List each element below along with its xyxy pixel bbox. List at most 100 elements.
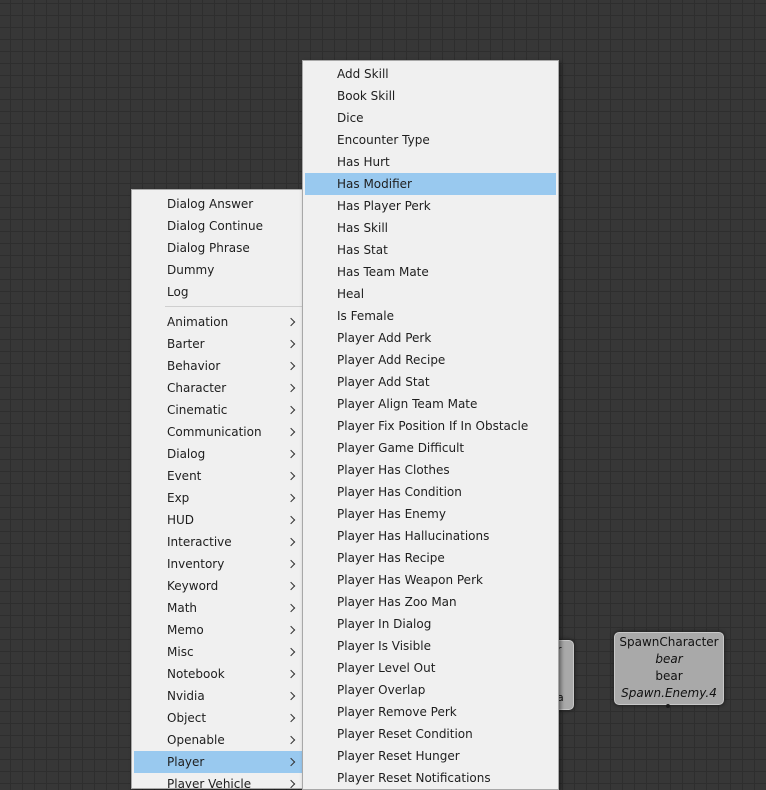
menu-item-math[interactable]: Math [134, 597, 303, 619]
chevron-right-icon [287, 311, 297, 333]
submenu-item-is-female[interactable]: Is Female [305, 305, 556, 327]
submenu-item-label: Player Align Team Mate [337, 397, 478, 411]
submenu-item-label: Add Skill [337, 67, 389, 81]
submenu-item-player-add-perk[interactable]: Player Add Perk [305, 327, 556, 349]
graph-canvas[interactable]: r a SpawnCharacter bear bear Spawn.Enemy… [0, 0, 766, 790]
submenu-item-player-add-recipe[interactable]: Player Add Recipe [305, 349, 556, 371]
submenu-item-player-game-difficult[interactable]: Player Game Difficult [305, 437, 556, 459]
submenu-item-label: Player Game Difficult [337, 441, 465, 455]
spawn-character-node[interactable]: SpawnCharacter bear bear Spawn.Enemy.4 [614, 632, 724, 705]
submenu-item-player-has-hallucinations[interactable]: Player Has Hallucinations [305, 525, 556, 547]
submenu-item-label: Player Level Out [337, 661, 436, 675]
submenu-item-label: Player Remove Perk [337, 705, 457, 719]
submenu-item-player-align-team-mate[interactable]: Player Align Team Mate [305, 393, 556, 415]
submenu-item-player-has-weapon-perk[interactable]: Player Has Weapon Perk [305, 569, 556, 591]
submenu-item-player-overlap[interactable]: Player Overlap [305, 679, 556, 701]
submenu-item-label: Player In Dialog [337, 617, 432, 631]
submenu-item-label: Book Skill [337, 89, 396, 103]
menu-item-dialog-continue[interactable]: Dialog Continue [134, 215, 303, 237]
submenu-item-book-skill[interactable]: Book Skill [305, 85, 556, 107]
menu-item-hud[interactable]: HUD [134, 509, 303, 531]
submenu-item-has-team-mate[interactable]: Has Team Mate [305, 261, 556, 283]
submenu-item-label: Heal [337, 287, 365, 301]
chevron-right-icon [287, 333, 297, 355]
submenu-item-player-reset-hunger[interactable]: Player Reset Hunger [305, 745, 556, 767]
menu-item-label: Communication [167, 425, 262, 439]
menu-item-barter[interactable]: Barter [134, 333, 303, 355]
submenu-item-heal[interactable]: Heal [305, 283, 556, 305]
menu-item-nvidia[interactable]: Nvidia [134, 685, 303, 707]
menu-item-label: Log [167, 285, 189, 299]
node-param-name: bear [655, 669, 683, 683]
submenu-item-player-has-condition[interactable]: Player Has Condition [305, 481, 556, 503]
submenu-item-label: Player Has Weapon Perk [337, 573, 483, 587]
menu-item-exp[interactable]: Exp [134, 487, 303, 509]
menu-item-notebook[interactable]: Notebook [134, 663, 303, 685]
menu-item-openable[interactable]: Openable [134, 729, 303, 751]
submenu-item-player-in-dialog[interactable]: Player In Dialog [305, 613, 556, 635]
submenu-item-player-add-stat[interactable]: Player Add Stat [305, 371, 556, 393]
chevron-right-icon [287, 685, 297, 707]
menu-item-label: Math [167, 601, 198, 615]
menu-item-label: Inventory [167, 557, 225, 571]
submenu-item-dice[interactable]: Dice [305, 107, 556, 129]
submenu-item-label: Player Has Clothes [337, 463, 450, 477]
submenu-item-has-skill[interactable]: Has Skill [305, 217, 556, 239]
submenu-item-player-has-recipe[interactable]: Player Has Recipe [305, 547, 556, 569]
submenu-item-player-is-visible[interactable]: Player Is Visible [305, 635, 556, 657]
chevron-right-icon [287, 421, 297, 443]
submenu-item-label: Player Add Recipe [337, 353, 446, 367]
menu-item-label: Object [167, 711, 207, 725]
submenu-item-add-skill[interactable]: Add Skill [305, 63, 556, 85]
chevron-right-icon [287, 729, 297, 751]
menu-item-character[interactable]: Character [134, 377, 303, 399]
submenu-item-player-level-out[interactable]: Player Level Out [305, 657, 556, 679]
menu-item-label: Exp [167, 491, 190, 505]
submenu-item-has-stat[interactable]: Has Stat [305, 239, 556, 261]
submenu-item-player-reset-condition[interactable]: Player Reset Condition [305, 723, 556, 745]
submenu-item-label: Player Add Perk [337, 331, 432, 345]
menu-item-dummy[interactable]: Dummy [134, 259, 303, 281]
menu-item-inventory[interactable]: Inventory [134, 553, 303, 575]
submenu-item-has-player-perk[interactable]: Has Player Perk [305, 195, 556, 217]
menu-item-cinematic[interactable]: Cinematic [134, 399, 303, 421]
submenu-item-player-has-zoo-man[interactable]: Player Has Zoo Man [305, 591, 556, 613]
chevron-right-icon [287, 597, 297, 619]
menu-item-label: Interactive [167, 535, 232, 549]
menu-item-event[interactable]: Event [134, 465, 303, 487]
submenu-item-player-reset-notifications[interactable]: Player Reset Notifications [305, 767, 556, 789]
menu-item-behavior[interactable]: Behavior [134, 355, 303, 377]
submenu-item-player-has-enemy[interactable]: Player Has Enemy [305, 503, 556, 525]
menu-item-memo[interactable]: Memo [134, 619, 303, 641]
menu-item-label: Character [167, 381, 227, 395]
chevron-right-icon [287, 531, 297, 553]
chevron-right-icon [287, 355, 297, 377]
menu-item-communication[interactable]: Communication [134, 421, 303, 443]
menu-item-log[interactable]: Log [134, 281, 303, 303]
menu-item-dialog-answer[interactable]: Dialog Answer [134, 193, 303, 215]
menu-item-keyword[interactable]: Keyword [134, 575, 303, 597]
submenu-item-player-fix-position-if-in-obstacle[interactable]: Player Fix Position If In Obstacle [305, 415, 556, 437]
menu-item-interactive[interactable]: Interactive [134, 531, 303, 553]
menu-item-label: Dialog Phrase [167, 241, 250, 255]
submenu-item-has-hurt[interactable]: Has Hurt [305, 151, 556, 173]
menu-item-label: HUD [167, 513, 195, 527]
menu-item-dialog-phrase[interactable]: Dialog Phrase [134, 237, 303, 259]
submenu-item-label: Player Has Recipe [337, 551, 445, 565]
submenu-item-player-has-clothes[interactable]: Player Has Clothes [305, 459, 556, 481]
submenu-item-has-modifier[interactable]: Has Modifier [305, 173, 556, 195]
submenu-item-label: Has Player Perk [337, 199, 431, 213]
submenu-item-player-remove-perk[interactable]: Player Remove Perk [305, 701, 556, 723]
menu-item-player-vehicle[interactable]: Player Vehicle [134, 773, 303, 788]
node-output-port[interactable] [666, 704, 670, 708]
context-menu: Dialog Answer Dialog Continue Dialog Phras… [131, 189, 306, 789]
chevron-right-icon [287, 707, 297, 729]
menu-item-misc[interactable]: Misc [134, 641, 303, 663]
menu-item-animation[interactable]: Animation [134, 311, 303, 333]
menu-item-player[interactable]: Player [134, 751, 303, 773]
submenu-item-encounter-type[interactable]: Encounter Type [305, 129, 556, 151]
menu-item-label: Misc [167, 645, 194, 659]
menu-item-dialog[interactable]: Dialog [134, 443, 303, 465]
menu-item-object[interactable]: Object [134, 707, 303, 729]
submenu-item-label: Has Hurt [337, 155, 390, 169]
